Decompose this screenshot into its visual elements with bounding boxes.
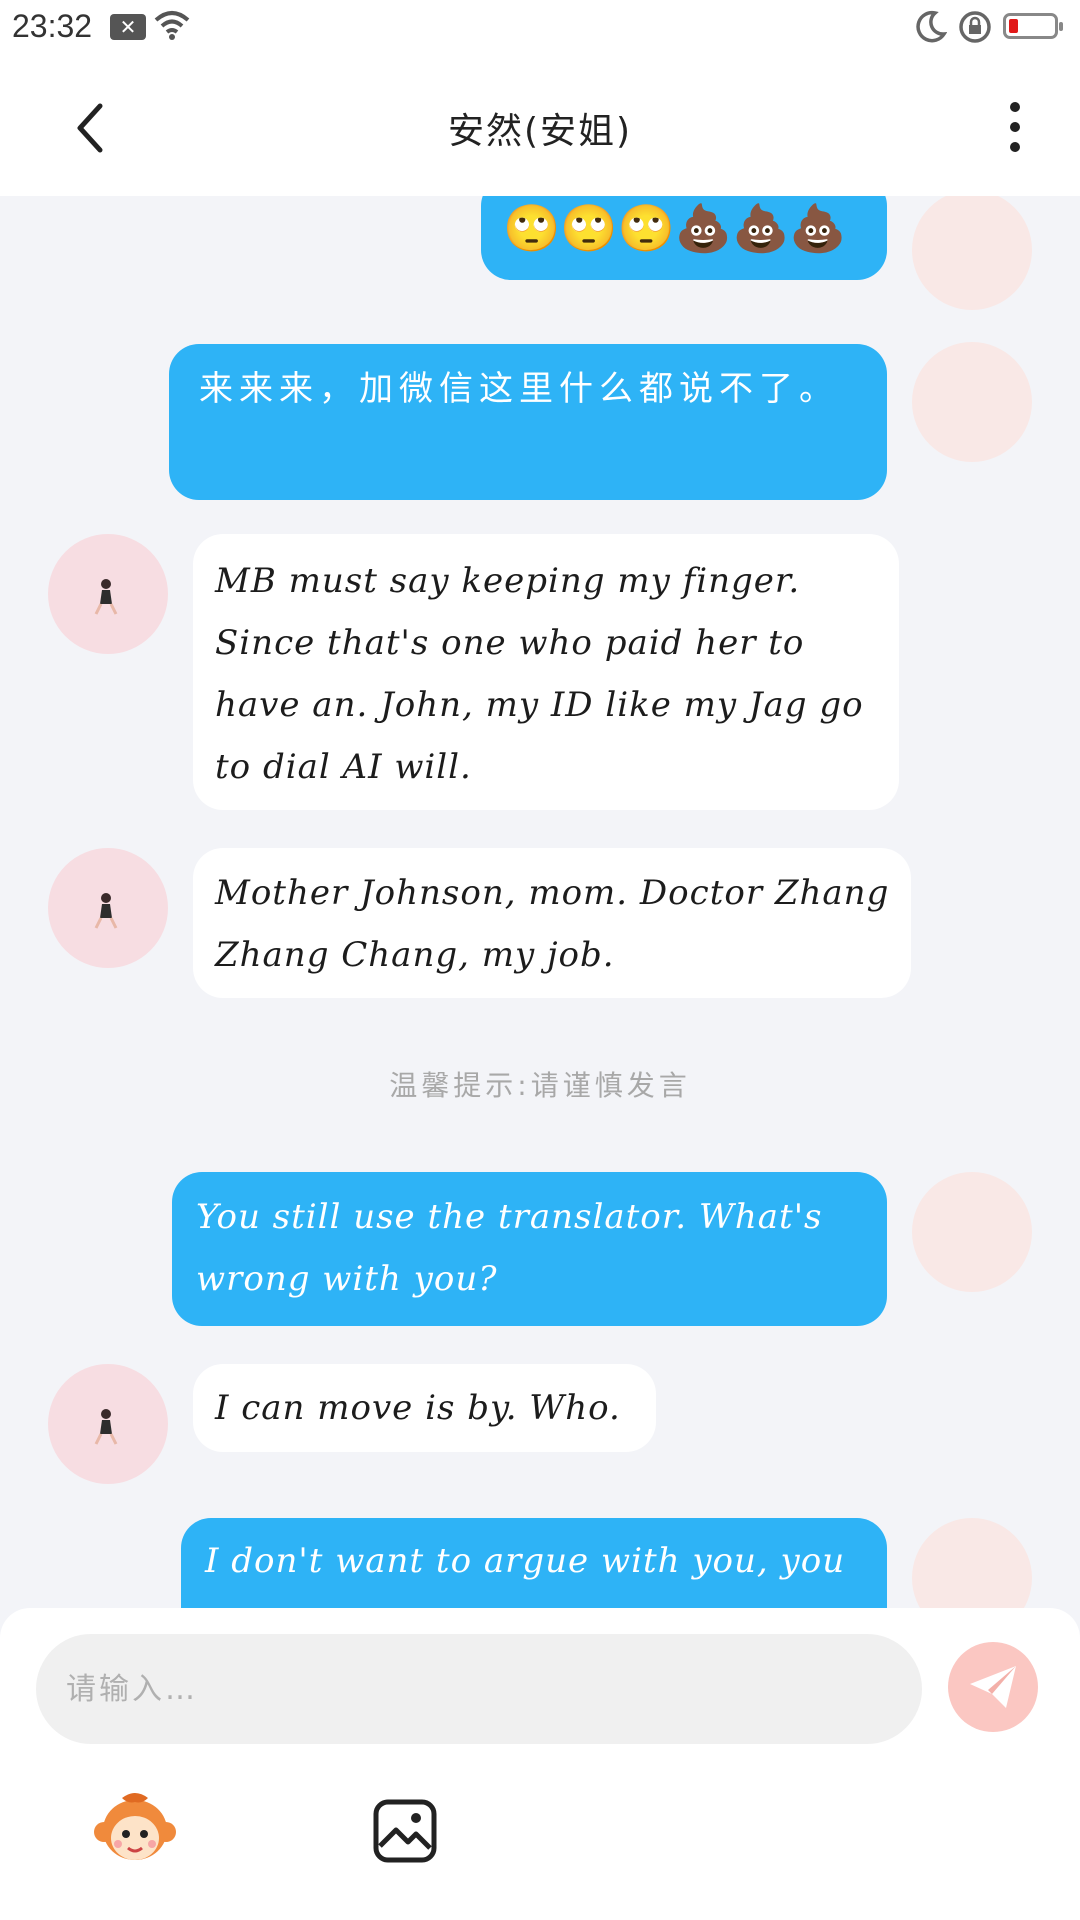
message-input[interactable]: [36, 1634, 922, 1744]
status-time: 23:32: [12, 8, 93, 44]
avatar[interactable]: [912, 1518, 1032, 1610]
avatar[interactable]: [912, 196, 1032, 310]
message-bubble-incoming[interactable]: Mother Johnson, mom. Doctor Zhang Zhang …: [193, 848, 911, 998]
avatar[interactable]: [912, 1172, 1032, 1292]
battery-level: [1009, 19, 1018, 33]
moon-icon: [916, 10, 947, 43]
monkey-sticker-icon: [94, 1793, 176, 1860]
profile-photo-icon: [94, 893, 118, 929]
avatar[interactable]: [48, 534, 168, 654]
sticker-button[interactable]: [92, 1792, 178, 1868]
page-title: 安然(安姐): [447, 111, 633, 152]
rotation-lock-icon: [959, 11, 991, 43]
paper-plane-icon: [970, 1666, 1016, 1708]
wifi-icon: [154, 11, 190, 40]
message-bubble-incoming[interactable]: MB must say keeping my finger. Since tha…: [193, 534, 899, 810]
message-bubble-outgoing[interactable]: You still use the translator. What's wro…: [172, 1172, 887, 1326]
message-bubble-outgoing[interactable]: 🙄🙄🙄💩💩💩: [481, 196, 887, 280]
image-button[interactable]: [372, 1798, 438, 1864]
close-notification-icon: ✕: [110, 14, 146, 40]
message-bubble-outgoing[interactable]: I don't want to argue with you, you: [181, 1518, 887, 1610]
profile-photo-icon: [94, 1409, 118, 1445]
message-list[interactable]: 🙄🙄🙄💩💩💩 来来来，加微信这里什么都说不了。 MB must say keep…: [0, 196, 1080, 1610]
image-icon: [373, 1799, 437, 1863]
send-button[interactable]: [948, 1642, 1038, 1732]
avatar[interactable]: [912, 342, 1032, 462]
more-button[interactable]: [990, 96, 1040, 160]
message-bubble-outgoing[interactable]: 来来来，加微信这里什么都说不了。: [169, 344, 887, 500]
system-hint: 温馨提示:请谨慎发言: [389, 1069, 691, 1102]
profile-photo-icon: [94, 579, 118, 615]
chat-header: 安然(安姐): [0, 56, 1080, 196]
battery-icon: [1003, 13, 1063, 39]
avatar[interactable]: [48, 1364, 168, 1484]
more-vertical-icon: [1010, 102, 1020, 112]
avatar[interactable]: [48, 848, 168, 968]
message-bubble-incoming[interactable]: I can move is by. Who.: [193, 1364, 656, 1452]
input-panel: [0, 1608, 1080, 1920]
status-bar: 23:32 ✕: [0, 0, 1080, 56]
